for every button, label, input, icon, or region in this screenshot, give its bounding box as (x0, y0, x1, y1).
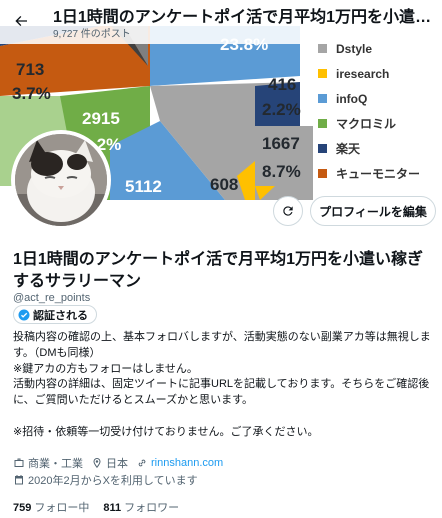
legend-swatch (318, 169, 327, 178)
profile-name: 1日1時間のアンケートポイ活で月平均1万円を小遣い稼ぎするサラリーマン (13, 251, 424, 290)
top-bar: 1日1時間のアンケートポイ活で月平均1万円を小遣い稼ぎするサラリーマン 9,72… (0, 0, 442, 44)
avatar[interactable] (11, 130, 111, 230)
edit-profile-button[interactable]: プロフィールを編集 (310, 196, 436, 226)
refresh-icon (283, 206, 293, 216)
profile-bio: 投稿内容の確認の上、基本フォロバしますが、活動実態のない副業アカ等は無視します。… (13, 331, 431, 438)
joined-label: 2020年2月からXを利用しています (28, 475, 198, 487)
following-link[interactable]: 759 フォロー中 (13, 499, 89, 515)
header-title: 1日1時間のアンケートポイ活で月平均1万円を小遣い稼ぎするサラリーマン (53, 9, 439, 26)
category-item: 商業・工業 (13, 455, 83, 471)
link-icon (138, 459, 146, 467)
followers-link[interactable]: 811 フォロワー (103, 499, 179, 515)
legend-item: 楽天 (318, 136, 420, 161)
location-pin-icon (93, 458, 101, 468)
followers-label: フォロワー (124, 502, 180, 514)
joined-date: 2020年2月からXを利用しています (13, 472, 198, 488)
chart-label: 2915 (82, 109, 120, 128)
legend-swatch (318, 94, 327, 103)
chart-label: 1667 (262, 134, 300, 153)
chart-label: 3.7% (12, 84, 51, 103)
refresh-button[interactable] (273, 196, 303, 226)
briefcase-icon (14, 458, 24, 467)
website-item[interactable]: rinnshann.com (136, 457, 223, 469)
following-count: 759 (13, 502, 32, 514)
legend-swatch (318, 69, 327, 78)
chart-label: 416 (268, 75, 297, 94)
website-link[interactable]: rinnshann.com (151, 457, 223, 469)
profile-meta: 商業・工業 日本 rinnshann.com (13, 455, 231, 471)
location-label: 日本 (106, 458, 128, 470)
location-item: 日本 (91, 455, 128, 471)
legend-swatch (318, 44, 327, 53)
post-count: 9,727 件のポスト (53, 29, 131, 40)
legend-item: キューモニター (318, 161, 420, 186)
legend-swatch (318, 119, 327, 128)
follow-stats: 759 フォロー中 811 フォロワー (13, 499, 193, 515)
following-label: フォロー中 (34, 502, 90, 514)
chart-label: 608 (210, 175, 239, 194)
cat-photo (15, 134, 107, 226)
back-button[interactable] (6, 6, 36, 36)
chart-label: 8.7% (262, 162, 301, 181)
verified-badge-button[interactable]: 認証される (13, 305, 97, 324)
chart-label: 713 (16, 60, 45, 79)
calendar-icon (15, 475, 23, 485)
followers-count: 811 (103, 502, 122, 514)
legend-swatch (318, 144, 327, 153)
verified-icon (18, 309, 30, 320)
legend-item: iresearch (318, 61, 420, 86)
legend-item: マクロミル (318, 111, 420, 136)
legend-item: infoQ (318, 86, 420, 111)
chart-label: 5112 (125, 177, 162, 196)
chart-legend: Dstyle iresearch infoQ マクロミル 楽天 キューモニター (318, 36, 420, 186)
category-label: 商業・工業 (28, 458, 83, 470)
arrow-left-icon (15, 16, 27, 26)
profile-handle: @act_re_points (13, 292, 91, 304)
verified-label: 認証される (33, 309, 88, 322)
chart-label: 2.2% (262, 100, 301, 119)
